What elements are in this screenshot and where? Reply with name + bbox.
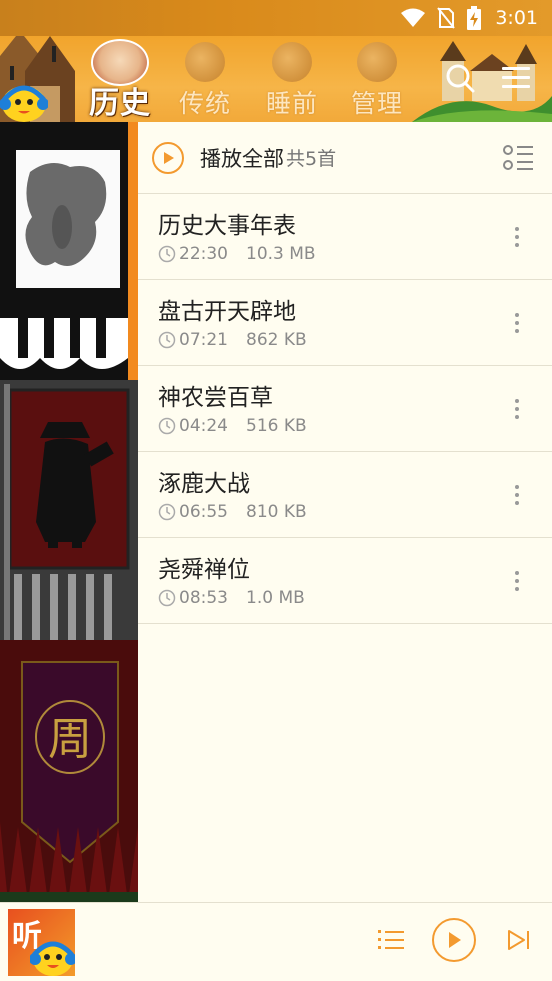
track-title: 盘古开天辟地: [158, 299, 296, 325]
track-title: 神农尝百草: [158, 385, 273, 411]
track-duration: 22:30: [179, 244, 228, 264]
more-options-button[interactable]: [502, 394, 532, 424]
track-title: 尧舜禅位: [158, 557, 250, 583]
no-sim-icon: [437, 7, 456, 29]
mini-player: 听: [0, 902, 552, 981]
mascot-icon: [30, 941, 75, 976]
skip-next-icon: [508, 930, 529, 950]
playlist-icon: [378, 930, 404, 949]
track-meta: 04:24 516 KB: [158, 416, 307, 436]
track-meta: 07:21 862 KB: [158, 330, 307, 350]
play-icon: [449, 932, 461, 948]
track-row[interactable]: 神农尝百草 04:24 516 KB: [138, 366, 552, 452]
tab-tradition[interactable]: 传统: [165, 36, 245, 122]
track-duration: 08:53: [179, 588, 228, 608]
tab-manage[interactable]: 管理: [337, 36, 417, 122]
play-all-row[interactable]: 播放全部 共5首: [138, 122, 552, 194]
more-options-button[interactable]: [502, 566, 532, 596]
clock-icon: [158, 589, 176, 607]
track-row[interactable]: 盘古开天辟地 07:21 862 KB: [138, 280, 552, 366]
status-bar: 3:01: [0, 0, 552, 36]
track-row[interactable]: 涿鹿大战 06:55 810 KB: [138, 452, 552, 538]
more-options-button[interactable]: [502, 308, 532, 338]
track-duration: 07:21: [179, 330, 228, 350]
more-options-button[interactable]: [502, 480, 532, 510]
battery-charging-icon: [467, 6, 482, 30]
track-list: 播放全部 共5首 历史大事年表 22:30 10.3 MB 盘古开天辟地 07:…: [138, 122, 552, 902]
clock-icon: [158, 331, 176, 349]
mascot-icon: [0, 85, 48, 122]
track-title: 涿鹿大战: [158, 471, 250, 497]
track-row[interactable]: 尧舜禅位 08:53 1.0 MB: [138, 538, 552, 624]
play-all-label[interactable]: 播放全部: [200, 143, 284, 173]
tab-manage-thumbnail: [357, 42, 397, 82]
now-playing-cover[interactable]: 听: [8, 909, 75, 976]
track-size: 862 KB: [246, 330, 307, 350]
track-meta: 22:30 10.3 MB: [158, 244, 316, 264]
play-button[interactable]: [432, 918, 476, 962]
wifi-icon: [401, 8, 426, 28]
more-options-button[interactable]: [502, 222, 532, 252]
tab-tradition-label: 传统: [178, 89, 231, 118]
playlist-button[interactable]: [372, 921, 410, 959]
tab-bedtime-thumbnail: [272, 42, 312, 82]
status-time: 3:01: [495, 7, 538, 29]
track-size: 516 KB: [246, 416, 307, 436]
track-duration: 06:55: [179, 502, 228, 522]
track-row[interactable]: 历史大事年表 22:30 10.3 MB: [138, 194, 552, 280]
list-mode-button[interactable]: [502, 141, 536, 175]
clock-icon: [158, 417, 176, 435]
track-size: 810 KB: [246, 502, 307, 522]
tab-history[interactable]: 历史: [80, 36, 160, 122]
clock-icon: [158, 503, 176, 521]
tab-bedtime[interactable]: 睡前: [252, 36, 332, 122]
tab-bedtime-label: 睡前: [265, 89, 318, 118]
tab-tradition-thumbnail: [185, 42, 225, 82]
banner-emblem: 周: [48, 714, 92, 765]
list-options-icon: [503, 144, 533, 170]
track-meta: 08:53 1.0 MB: [158, 588, 305, 608]
clock-icon: [158, 245, 176, 263]
banner-artwork: 周: [0, 122, 138, 902]
track-meta: 06:55 810 KB: [158, 502, 307, 522]
track-duration: 04:24: [179, 416, 228, 436]
header-tabs: 历史 传统 睡前 管理: [0, 36, 552, 122]
track-size: 1.0 MB: [246, 588, 305, 608]
search-button[interactable]: [440, 58, 480, 98]
album-banner: 周: [0, 122, 138, 902]
next-track-button[interactable]: [500, 921, 538, 959]
banner-accent-edge: [128, 122, 138, 380]
tab-history-label: 历史: [89, 86, 151, 121]
menu-button[interactable]: [496, 58, 536, 98]
search-icon: [446, 64, 475, 93]
track-count: 共5首: [286, 148, 337, 170]
track-title: 历史大事年表: [158, 213, 296, 239]
play-icon: [164, 151, 174, 164]
tab-manage-label: 管理: [350, 89, 403, 118]
track-size: 10.3 MB: [246, 244, 316, 264]
play-all-button[interactable]: [152, 141, 184, 174]
menu-icon: [502, 67, 530, 88]
